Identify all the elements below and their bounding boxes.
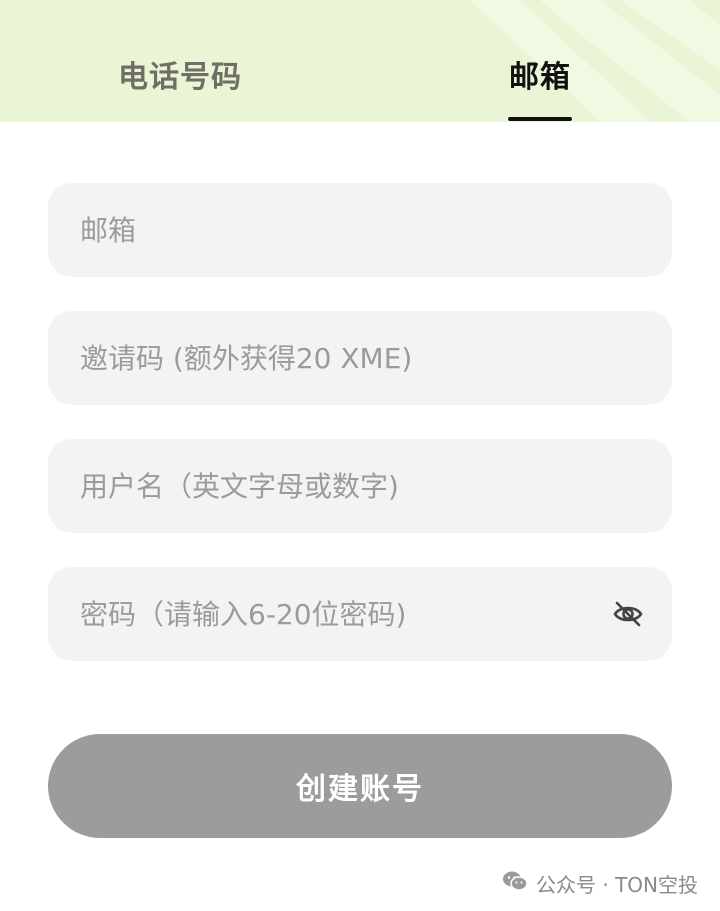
tab-bar: 电话号码 邮箱 <box>0 0 720 122</box>
watermark: 公众号 · TON空投 <box>502 868 698 898</box>
password-input[interactable] <box>80 567 608 661</box>
email-field-container <box>48 183 672 277</box>
create-account-button[interactable]: 创建账号 <box>48 734 672 838</box>
password-field-container <box>48 567 672 661</box>
username-field-container <box>48 439 672 533</box>
wechat-icon <box>502 870 528 897</box>
tab-email[interactable]: 邮箱 <box>480 52 600 122</box>
active-tab-indicator <box>508 117 572 121</box>
username-input[interactable] <box>80 439 640 533</box>
invite-code-field-container <box>48 311 672 405</box>
invite-code-input[interactable] <box>80 311 640 405</box>
watermark-text: 公众号 · TON空投 <box>536 872 698 897</box>
signup-page: 电话号码 邮箱 创建账号 <box>0 0 720 911</box>
email-input[interactable] <box>80 183 640 277</box>
eye-off-icon[interactable] <box>608 594 648 634</box>
tab-phone[interactable]: 电话号码 <box>100 52 260 122</box>
